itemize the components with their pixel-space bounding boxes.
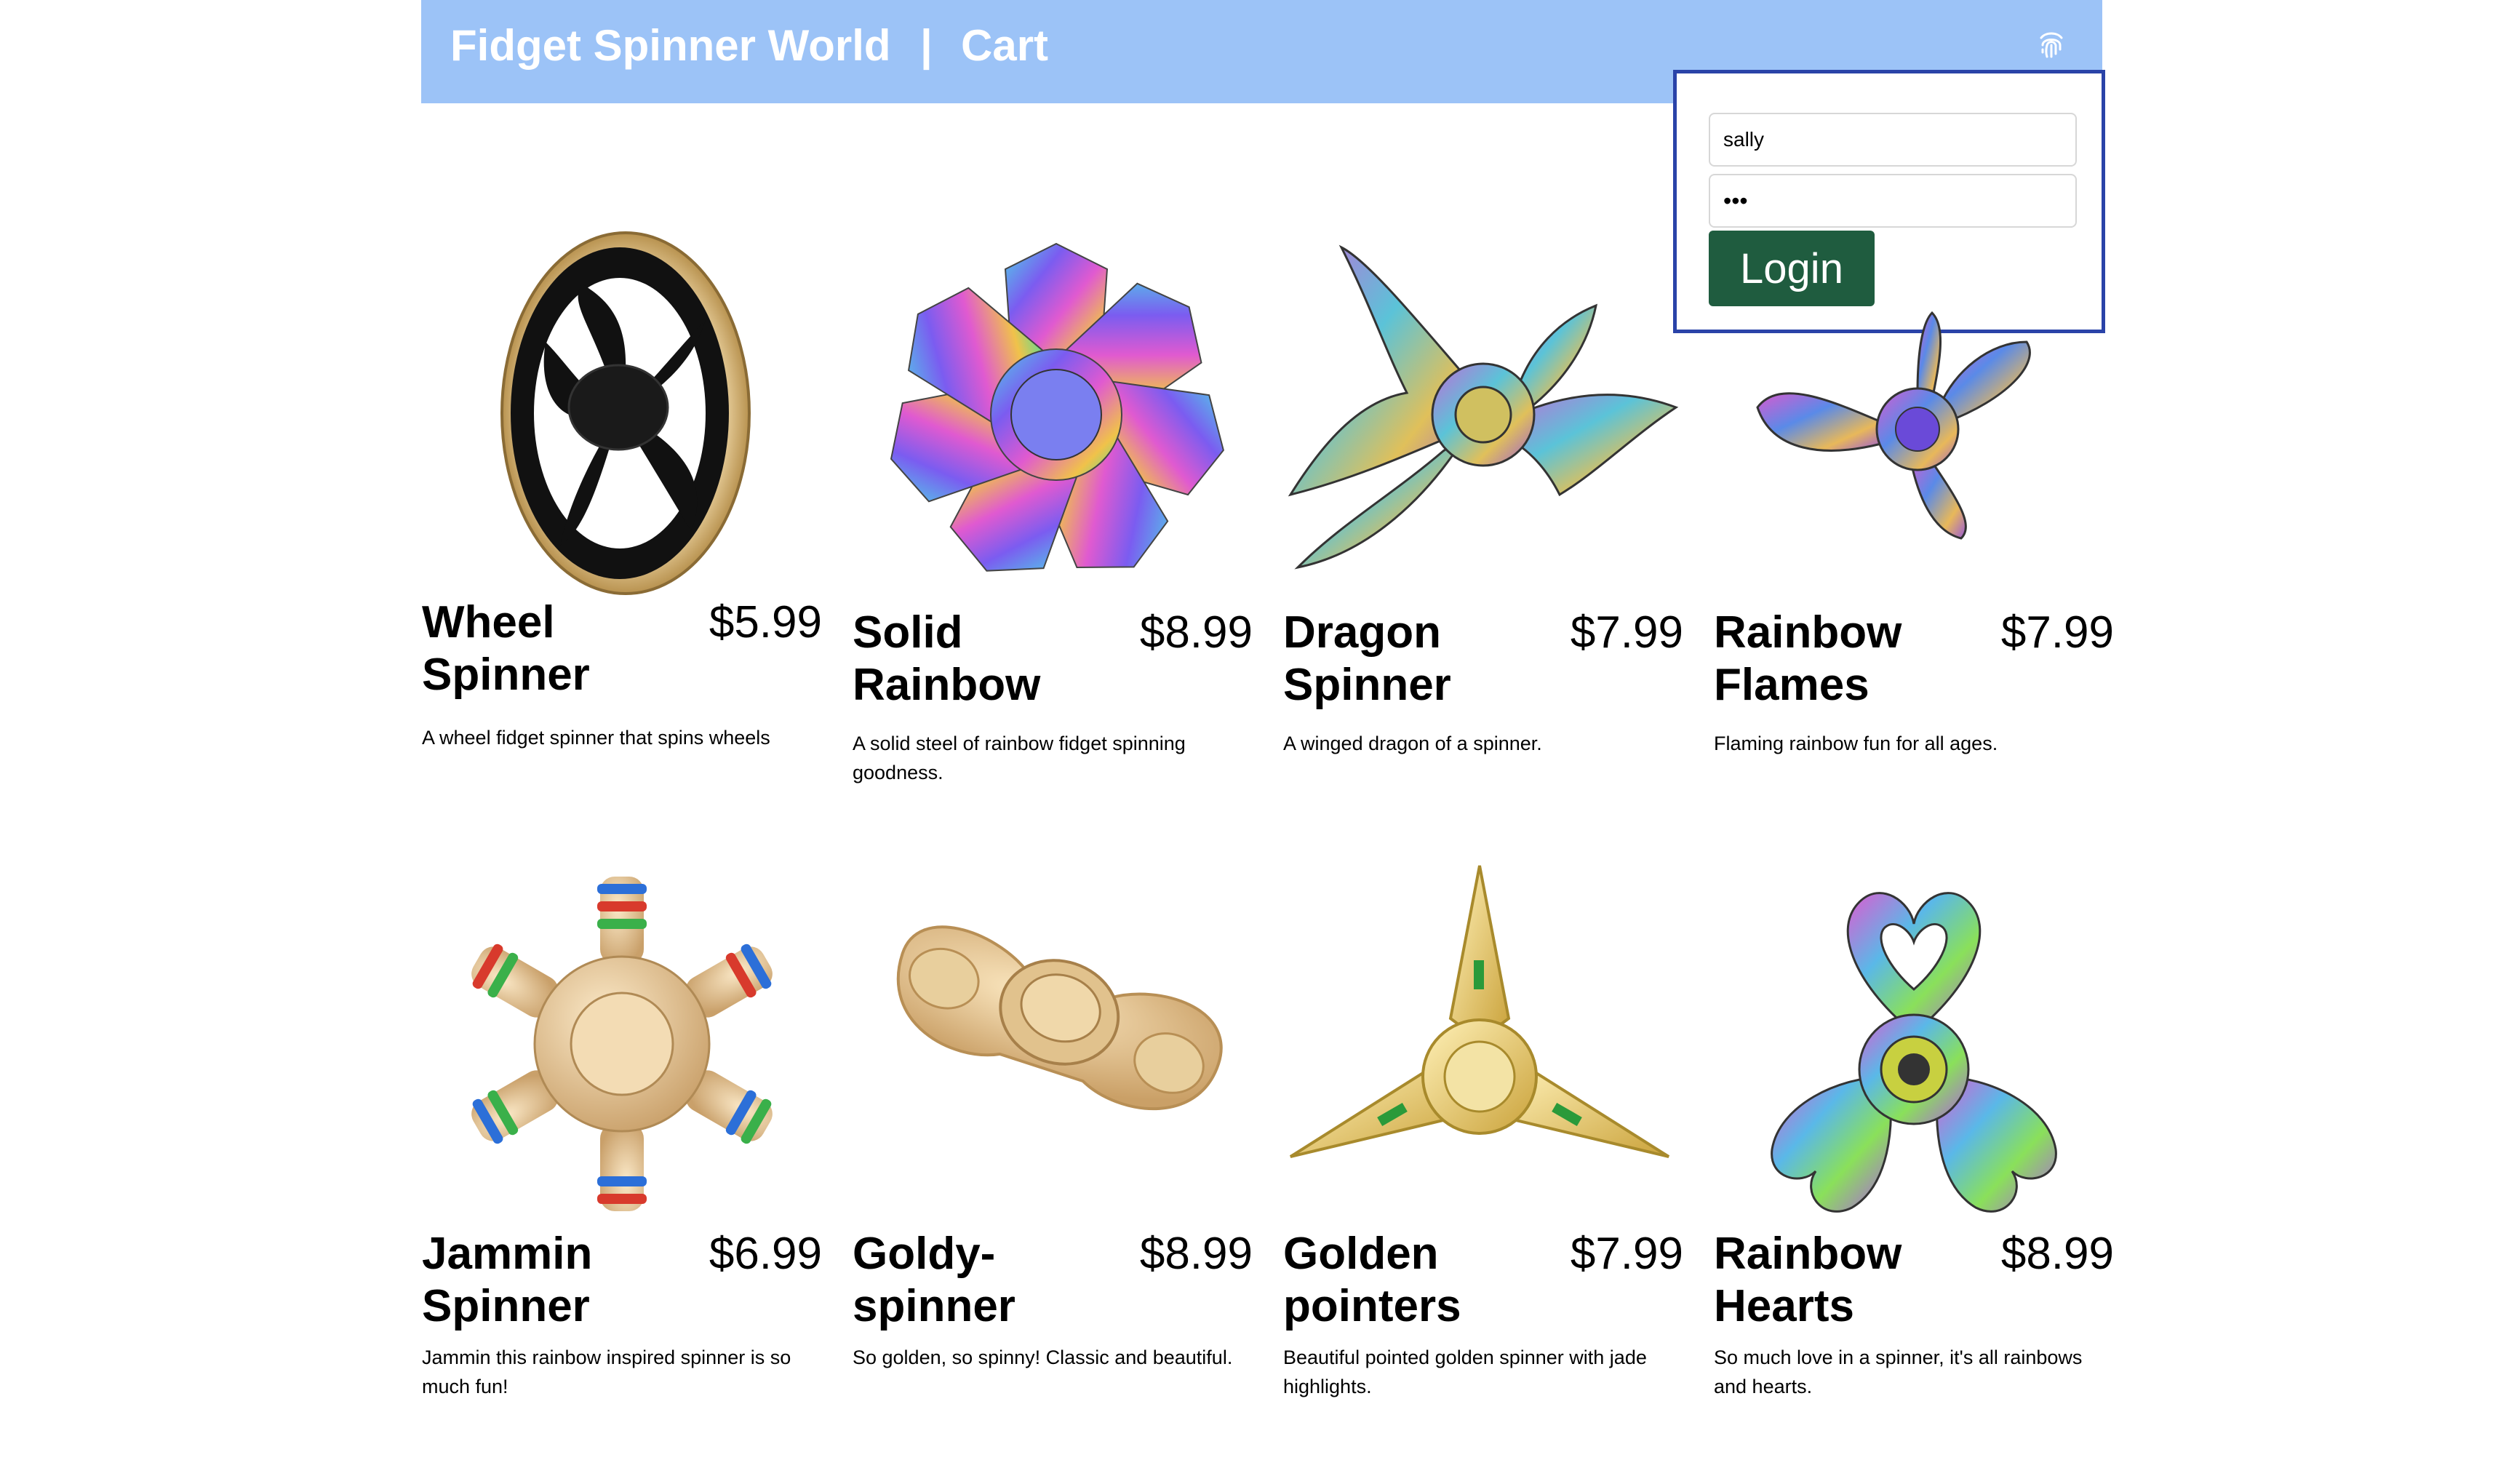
jammin-spinner-image [471, 877, 773, 1211]
dragon-spinner-image [1288, 244, 1679, 570]
rainbow-spinner-image [890, 242, 1224, 572]
product-name[interactable]: Jammin Spinner [422, 1228, 698, 1333]
product-name[interactable]: Rainbow Flames [1714, 607, 1990, 711]
product-name[interactable]: Rainbow Hearts [1714, 1228, 1990, 1333]
product-name[interactable]: Wheel Spinner [422, 597, 698, 701]
cart-link[interactable]: Cart [961, 20, 1048, 71]
username-input[interactable] [1709, 113, 2077, 167]
product-description: A wheel fidget spinner that spins wheels [422, 727, 770, 749]
product-description: Beautiful pointed golden spinner with ja… [1283, 1347, 1647, 1397]
product-card[interactable]: Goldy-spinner $8.99 So golden, so spinny… [853, 858, 1253, 1484]
product-description: So golden, so spinny! Classic and beauti… [853, 1347, 1233, 1368]
product-card[interactable]: Solid Rainbow $8.99 A solid steel of rai… [853, 218, 1253, 844]
product-description: So much love in a spinner, it's all rain… [1714, 1347, 2083, 1397]
product-card[interactable]: Rainbow Hearts $8.99 So much love in a s… [1714, 858, 2114, 1484]
product-price: $7.99 [2000, 607, 2114, 658]
gold-spinner-image [896, 925, 1223, 1111]
product-description: A winged dragon of a spinner. [1283, 733, 1542, 754]
product-name[interactable]: Goldy-spinner [853, 1228, 1129, 1333]
golden-pointers-image [1289, 865, 1670, 1158]
product-price: $7.99 [1570, 607, 1683, 658]
product-price: $8.99 [1139, 1229, 1253, 1279]
wheel-spinner-image [500, 231, 751, 595]
product-price: $7.99 [1570, 1229, 1683, 1279]
product-name[interactable]: Dragon Spinner [1283, 607, 1560, 711]
product-price: $6.99 [709, 1229, 822, 1279]
product-name[interactable]: Golden pointers [1283, 1228, 1560, 1333]
flames-spinner-image [1756, 311, 2031, 540]
product-card[interactable]: Wheel Spinner $5.99 A wheel fidget spinn… [422, 218, 822, 844]
product-description: Flaming rainbow fun for all ages. [1714, 733, 1998, 754]
product-card[interactable]: Rainbow Flames $7.99 Flaming rainbow fun… [1714, 218, 2114, 844]
product-card[interactable]: Dragon Spinner $7.99 A winged dragon of … [1283, 218, 1683, 844]
header-separator: | [920, 21, 933, 70]
product-description: A solid steel of rainbow fidget spinning… [853, 733, 1186, 783]
fingerprint-icon[interactable] [2034, 28, 2069, 63]
product-description: Jammin this rainbow inspired spinner is … [422, 1347, 791, 1397]
product-price: $5.99 [709, 597, 822, 647]
product-price: $8.99 [2000, 1229, 2114, 1279]
product-name[interactable]: Solid Rainbow [853, 607, 1129, 711]
product-card[interactable]: Jammin Spinner $6.99 Jammin this rainbow… [422, 858, 822, 1484]
site-title[interactable]: Fidget Spinner World [450, 20, 891, 71]
product-price: $8.99 [1139, 607, 1253, 658]
product-card[interactable]: Golden pointers $7.99 Beautiful pointed … [1283, 858, 1683, 1484]
hearts-spinner-image [1771, 892, 2057, 1213]
